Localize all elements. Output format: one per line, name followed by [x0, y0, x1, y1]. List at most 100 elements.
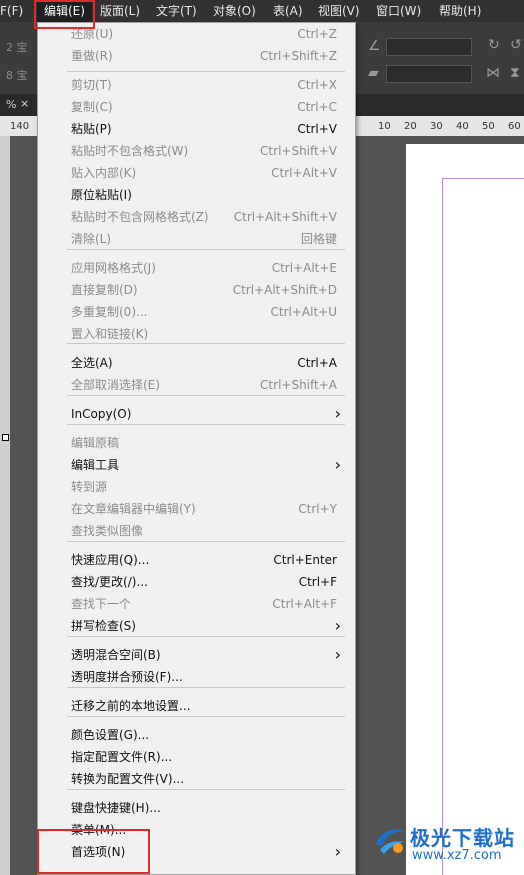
menu-item-shortcut: Ctrl+Alt+F: [272, 597, 337, 611]
menu-item-shortcut: Ctrl+Shift+Z: [260, 49, 337, 63]
ruler-label: 40: [456, 121, 469, 132]
submenu-arrow-icon: ›: [334, 616, 341, 635]
menu-item-label: 指定配置文件(R)...: [71, 750, 173, 764]
menu-item-label: 复制(C): [71, 100, 113, 114]
menu-item: 应用网格格式(J) Ctrl+Alt+E: [71, 257, 337, 279]
menu-item-shortcut: Ctrl+Alt+V: [271, 166, 337, 180]
menu-item-label: InCopy(O): [71, 407, 132, 421]
menu-layout[interactable]: 版面(L): [100, 0, 140, 22]
ruler-label: 30: [430, 121, 443, 132]
menu-item: 多重复制(0)... Ctrl+Alt+U: [71, 301, 337, 323]
menu-item: 剪切(T) Ctrl+X: [71, 74, 337, 96]
menu-item-label: 贴入内部(K): [71, 166, 137, 180]
menu-item-label: 重做(R): [71, 49, 113, 63]
menu-item: 查找类似图像: [71, 520, 337, 542]
menu-type[interactable]: 文字(T): [156, 0, 197, 22]
menu-item-label: 应用网格格式(J): [71, 261, 156, 275]
menu-item-shortcut: Ctrl+Alt+U: [270, 305, 338, 319]
ruler-label: 50: [482, 121, 495, 132]
watermark-url: www.xz7.com: [412, 848, 502, 863]
menu-item-label: 粘贴时不包含格式(W): [71, 144, 189, 158]
menu-item-label: 快速应用(Q)...: [71, 553, 150, 567]
highlight-preferences: [37, 829, 150, 874]
menu-item-shortcut: Ctrl+A: [297, 356, 337, 370]
menu-object[interactable]: 对象(O): [213, 0, 256, 22]
menu-item-shortcut: Ctrl+X: [297, 78, 337, 92]
menu-item-label: 查找类似图像: [71, 524, 144, 538]
menu-item-label: 全部取消选择(E): [71, 378, 160, 392]
menu-item[interactable]: 颜色设置(G)...: [71, 724, 337, 746]
menu-item-label: 迁移之前的本地设置...: [71, 699, 191, 713]
menu-item: 粘贴时不包含网格格式(Z) Ctrl+Alt+Shift+V: [71, 206, 337, 228]
menu-item: 粘贴时不包含格式(W) Ctrl+Shift+V: [71, 140, 337, 162]
menu-item-label: 透明度拼合预设(F)...: [71, 670, 183, 684]
menu-item[interactable]: 透明混合空间(B) ›: [71, 644, 341, 666]
menu-item[interactable]: 拼写检查(S) ›: [71, 615, 341, 637]
document-page[interactable]: [406, 144, 524, 875]
menu-item-label: 键盘快捷键(H)...: [71, 801, 161, 815]
menu-item-shortcut: 回格键: [300, 232, 337, 246]
menu-file[interactable]: F(F): [0, 0, 23, 22]
menu-window[interactable]: 窗口(W): [376, 0, 421, 22]
menu-view[interactable]: 视图(V): [318, 0, 360, 22]
menu-item[interactable]: 迁移之前的本地设置...: [71, 695, 337, 717]
tab-zoom-percent: %: [6, 98, 17, 111]
menu-item[interactable]: 转换为配置文件(V)...: [71, 768, 337, 790]
rotate-ccw-icon[interactable]: ↺: [510, 38, 522, 52]
menu-item: 查找下一个 Ctrl+Alt+F: [71, 593, 337, 615]
menu-item[interactable]: 原位粘贴(I): [71, 184, 337, 206]
shear-field[interactable]: [386, 65, 472, 83]
menu-item-shortcut: Ctrl+Alt+Shift+D: [232, 283, 337, 297]
menu-item: 重做(R) Ctrl+Shift+Z: [71, 45, 337, 67]
menu-item-label: 编辑原稿: [71, 436, 120, 450]
menu-item-label: 粘贴时不包含网格格式(Z): [71, 210, 209, 224]
menu-item-label: 在文章编辑器中编辑(Y): [71, 502, 196, 516]
selection-handle[interactable]: [2, 434, 9, 441]
menu-item[interactable]: 编辑工具 ›: [71, 454, 341, 476]
watermark-title: 极光下载站: [410, 826, 515, 850]
menu-table[interactable]: 表(A): [273, 0, 303, 22]
menu-item-shortcut: Ctrl+Alt+E: [271, 261, 337, 275]
menu-item-shortcut: Ctrl+Shift+V: [260, 144, 337, 158]
menu-item[interactable]: 指定配置文件(R)...: [71, 746, 337, 768]
menu-item: 全部取消选择(E) Ctrl+Shift+A: [71, 374, 337, 396]
flip-horizontal-icon[interactable]: ⋈: [486, 66, 500, 80]
menu-item-label: 编辑工具: [71, 458, 120, 472]
watermark: 极光下载站 www.xz7.com: [372, 818, 524, 870]
menu-item-shortcut: Ctrl+Y: [298, 502, 337, 516]
menu-item-label: 转换为配置文件(V)...: [71, 772, 185, 786]
menu-item[interactable]: 透明度拼合预设(F)...: [71, 666, 337, 688]
menu-separator: [67, 343, 345, 344]
menu-item[interactable]: 全选(A) Ctrl+A: [71, 352, 337, 374]
menu-item-label: 原位粘贴(I): [71, 188, 132, 202]
menu-item: 编辑原稿: [71, 432, 337, 454]
menu-item-label: 拼写检查(S): [71, 619, 136, 633]
left-panel-strip: [0, 136, 10, 875]
menu-separator: [67, 249, 345, 250]
angle-field[interactable]: [386, 38, 472, 56]
menu-item[interactable]: InCopy(O) ›: [71, 403, 341, 425]
menu-item-label: 查找下一个: [71, 597, 132, 611]
margin-guide-horizontal: [442, 178, 524, 179]
menu-item: 转到源: [71, 476, 337, 498]
toolbar-text-1: 2 宝: [6, 41, 28, 54]
menu-help[interactable]: 帮助(H): [439, 0, 481, 22]
flip-vertical-icon[interactable]: ⧗: [510, 66, 520, 80]
menu-item-shortcut: Ctrl+F: [298, 575, 337, 589]
margin-guide-vertical: [442, 178, 443, 875]
menu-separator: [67, 395, 345, 396]
submenu-arrow-icon: ›: [334, 842, 341, 861]
shear-icon: ▰: [368, 65, 379, 81]
menu-item[interactable]: 查找/更改(/)... Ctrl+F: [71, 571, 337, 593]
menu-item-label: 清除(L): [71, 232, 112, 246]
menu-item-shortcut: Ctrl+Shift+A: [260, 378, 337, 392]
menu-item[interactable]: 粘贴(P) Ctrl+V: [71, 118, 337, 140]
rotate-icon[interactable]: ↻: [488, 38, 500, 52]
menu-item: 置入和链接(K): [71, 323, 337, 345]
ruler-label: 140: [10, 121, 30, 132]
menu-item[interactable]: 键盘快捷键(H)...: [71, 797, 337, 819]
menu-item: 在文章编辑器中编辑(Y) Ctrl+Y: [71, 498, 337, 520]
menu-item-shortcut: Ctrl+Alt+Shift+V: [233, 210, 337, 224]
tab-close-icon[interactable]: ×: [20, 97, 29, 110]
menu-item[interactable]: 快速应用(Q)... Ctrl+Enter: [71, 549, 337, 571]
